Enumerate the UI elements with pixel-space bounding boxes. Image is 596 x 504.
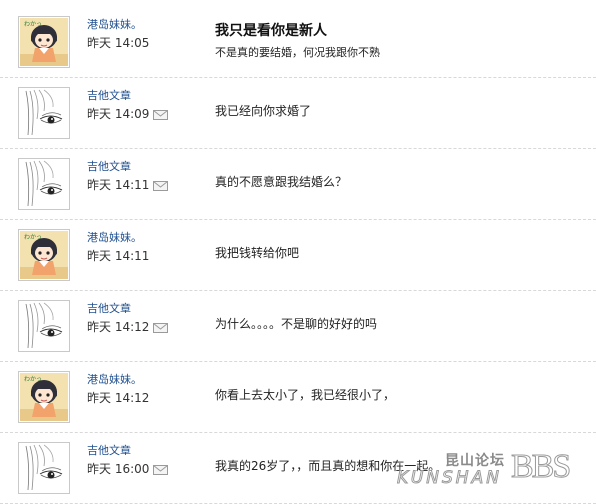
svg-text:わかっ: わかっ	[24, 234, 42, 241]
girl-avatar-icon[interactable]: わかっ	[18, 16, 70, 68]
message-body: 不是真的要结婚，何况我跟你不熟	[215, 46, 380, 59]
sketch-eye-avatar-icon[interactable]	[18, 158, 70, 210]
message-body: 我已经向你求婚了	[215, 104, 312, 118]
mail-icon[interactable]	[153, 180, 169, 191]
timestamp: 昨天 14:05	[87, 36, 150, 50]
author-link[interactable]: 吉他文章	[87, 442, 131, 458]
message-time: 昨天 14:11	[87, 247, 149, 264]
kunshan-bbs-watermark: 昆山论坛 BBS KUNSHAN	[393, 448, 593, 494]
message-body: 真的不愿意跟我结婚么？	[215, 175, 348, 189]
author-link[interactable]: 吉他文章	[87, 300, 131, 316]
timestamp: 昨天 14:09	[87, 107, 150, 121]
author-link[interactable]: 港岛妹妹。	[87, 371, 142, 387]
watermark-en-text: KUNSHAN	[397, 468, 502, 489]
message-item: わかっ 港岛妹妹。昨天 14:12 你看上去太小了，我已经很小了，	[0, 361, 596, 433]
timestamp: 昨天 14:12	[87, 320, 150, 334]
girl-avatar-icon[interactable]: わかっ	[18, 229, 70, 281]
watermark-cn-text: 昆山论坛	[445, 453, 505, 469]
message-item: わかっ 港岛妹妹。昨天 14:11 我把钱转给你吧	[0, 219, 596, 291]
sketch-eye-avatar-icon[interactable]	[18, 87, 70, 139]
svg-text:わかっ: わかっ	[24, 376, 42, 383]
message-item: 吉他文章昨天 14:11 真的不愿意跟我结婚么？	[0, 148, 596, 220]
timestamp: 昨天 14:11	[87, 178, 150, 192]
timestamp: 昨天 16:00	[87, 462, 150, 476]
author-link[interactable]: 吉他文章	[87, 158, 131, 174]
timestamp: 昨天 14:11	[87, 249, 150, 263]
message-item: 吉他文章昨天 14:09 我已经向你求婚了	[0, 77, 596, 149]
girl-avatar-icon[interactable]: わかっ	[18, 371, 70, 423]
svg-text:わかっ: わかっ	[24, 21, 42, 28]
mail-icon[interactable]	[153, 322, 169, 333]
message-item: 吉他文章昨天 14:12 为什么。。。。不是聊的好好的吗	[0, 290, 596, 362]
author-link[interactable]: 港岛妹妹。	[87, 16, 142, 32]
message-body: 你看上去太小了，我已经很小了，	[215, 388, 396, 402]
sketch-eye-avatar-icon[interactable]	[18, 442, 70, 494]
message-time: 昨天 14:05	[87, 34, 149, 51]
mail-icon[interactable]	[153, 464, 169, 475]
message-time: 昨天 14:11	[87, 176, 169, 193]
timestamp: 昨天 14:12	[87, 391, 150, 405]
watermark-bbs-text: BBS	[510, 448, 571, 486]
message-body: 为什么。。。。不是聊的好好的吗	[215, 317, 378, 331]
message-time: 昨天 14:09	[87, 105, 169, 122]
message-item: わかっ 港岛妹妹。昨天 14:05 我只是看你是新人不是真的要结婚，何况我跟你不熟	[0, 6, 596, 78]
message-time: 昨天 16:00	[87, 460, 169, 477]
mail-icon[interactable]	[153, 109, 169, 120]
message-time: 昨天 14:12	[87, 318, 169, 335]
author-link[interactable]: 吉他文章	[87, 87, 131, 103]
sketch-eye-avatar-icon[interactable]	[18, 300, 70, 352]
author-link[interactable]: 港岛妹妹。	[87, 229, 142, 245]
message-title: 我只是看你是新人	[215, 23, 327, 39]
message-time: 昨天 14:12	[87, 389, 149, 406]
message-body: 我把钱转给你吧	[215, 246, 300, 260]
